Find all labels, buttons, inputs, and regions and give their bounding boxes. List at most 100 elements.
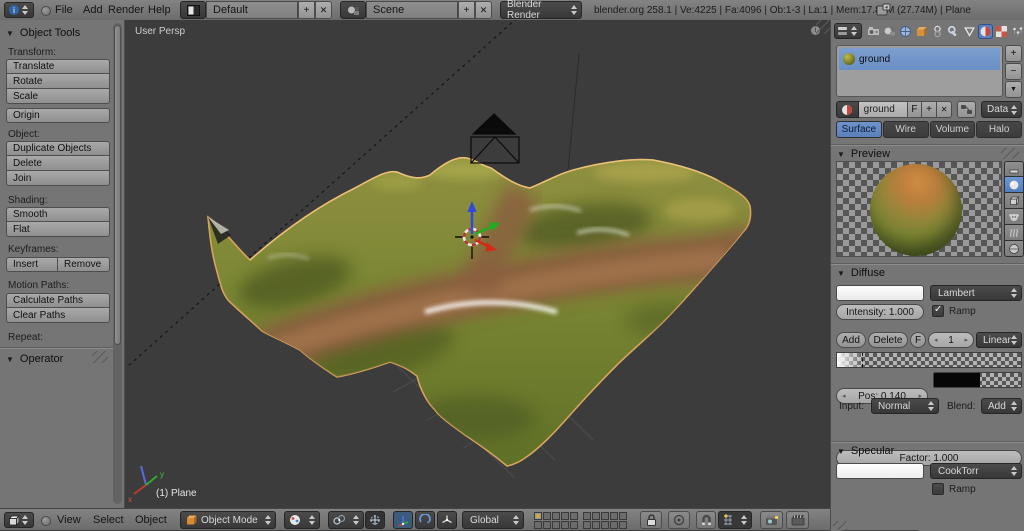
snap-element-dropdown[interactable] [718, 511, 752, 529]
viewport-shading-dropdown[interactable] [284, 511, 320, 529]
delete-layout-button[interactable]: ✕ [315, 1, 332, 19]
preview-flat-button[interactable] [1004, 161, 1024, 177]
snap-toggle-button[interactable] [696, 511, 716, 529]
translate-button[interactable]: Translate [6, 59, 110, 74]
mode-dropdown[interactable]: Object Mode [180, 511, 276, 529]
viewport-corner-grip[interactable] [816, 20, 830, 34]
delete-scene-button[interactable]: ✕ [475, 1, 492, 19]
menu-file[interactable]: File [55, 4, 73, 16]
tab-object[interactable] [914, 24, 929, 39]
insert-keyframe-button[interactable]: Insert [6, 257, 58, 272]
terrain-mesh[interactable] [207, 156, 755, 467]
preview-panel-header[interactable]: Preview [837, 148, 890, 160]
ramp-marker[interactable] [862, 353, 864, 367]
remove-material-slot-button[interactable]: − [1005, 63, 1022, 80]
flat-button[interactable]: Flat [6, 222, 110, 237]
scrollbar-thumb[interactable] [114, 25, 121, 345]
specular-color-swatch[interactable] [836, 463, 924, 479]
pivot-point-dropdown[interactable] [328, 511, 364, 529]
render-engine-dropdown[interactable]: Blender Render [500, 0, 582, 21]
ramp-f-button[interactable]: F [910, 332, 926, 348]
tab-volume[interactable]: Volume [929, 121, 976, 138]
layer-grid-2[interactable] [583, 512, 627, 529]
rotate-button[interactable]: Rotate [6, 74, 110, 89]
render-animation-button[interactable] [786, 511, 809, 529]
diffuse-intensity-slider[interactable]: Intensity: 1.000 [836, 304, 924, 320]
ramp-input-dropdown[interactable]: Normal [871, 398, 939, 414]
tab-scene[interactable] [882, 24, 897, 39]
menu-select[interactable]: Select [93, 514, 124, 526]
manipulator-center-toggle[interactable] [365, 511, 385, 529]
viewport-3d[interactable]: y x User Persp (1) Plane i [125, 20, 830, 508]
menu-help[interactable]: Help [148, 4, 171, 16]
rotate-manipulator-toggle[interactable] [415, 511, 435, 529]
join-button[interactable]: Join [6, 171, 110, 186]
lock-modes-button[interactable] [640, 511, 662, 529]
color-ramp-bar[interactable] [836, 352, 1022, 368]
ramp-blend-dropdown[interactable]: Add [981, 398, 1022, 414]
duplicate-objects-button[interactable]: Duplicate Objects [6, 141, 110, 156]
preview-world-button[interactable] [1004, 241, 1024, 257]
orientation-dropdown[interactable]: Global [462, 511, 524, 529]
tab-wire[interactable]: Wire [882, 121, 929, 138]
tab-surface[interactable]: Surface [836, 121, 882, 138]
layer-grid-1[interactable] [534, 512, 578, 529]
viewport-scene[interactable]: y x [125, 20, 830, 508]
editor-type-selector[interactable]: i [4, 2, 34, 18]
smooth-button[interactable]: Smooth [6, 207, 110, 222]
operator-panel-header[interactable]: Operator [6, 353, 63, 365]
proportional-edit-dropdown[interactable] [668, 511, 690, 529]
tab-texture[interactable] [994, 24, 1009, 39]
delete-button[interactable]: Delete [6, 156, 110, 171]
properties-corner-grip[interactable] [833, 521, 847, 530]
new-material-button[interactable]: + [921, 101, 938, 118]
tab-world[interactable] [898, 24, 913, 39]
material-name-field[interactable]: ground [858, 101, 908, 118]
tool-shelf-scrollbar[interactable] [113, 23, 122, 504]
ramp-index-stepper[interactable]: 1 [928, 332, 974, 348]
scale-manipulator-toggle[interactable] [437, 511, 457, 529]
ramp-add-button[interactable]: Add [836, 332, 866, 348]
tab-modifiers[interactable] [946, 24, 961, 39]
scale-button[interactable]: Scale [6, 89, 110, 104]
tab-particles[interactable] [1010, 24, 1024, 39]
link-data-dropdown[interactable]: Data [981, 101, 1022, 118]
menu-render[interactable]: Render [108, 4, 144, 16]
scene-icon-button[interactable] [340, 1, 366, 19]
diffuse-shader-dropdown[interactable]: Lambert [930, 285, 1022, 301]
ramp-checkbox-checked[interactable] [932, 304, 944, 317]
camera-object[interactable] [470, 113, 520, 164]
window-duplicate-icon[interactable] [876, 3, 891, 21]
scene-name-field[interactable]: Scene [366, 1, 458, 19]
ramp-checkbox-unchecked[interactable] [932, 483, 944, 495]
diffuse-panel-header[interactable]: Diffuse [837, 267, 885, 279]
material-specials-button[interactable]: ▼ [1005, 81, 1022, 98]
fake-user-button[interactable]: F [907, 101, 922, 118]
menu-add[interactable]: Add [83, 4, 103, 16]
tab-object-data[interactable] [962, 24, 977, 39]
preview-sphere-button[interactable] [1004, 177, 1024, 193]
menu-object[interactable]: Object [135, 514, 167, 526]
screen-layout-name-field[interactable]: Default [206, 1, 298, 19]
ramp-interpolation-dropdown[interactable]: Linear [976, 332, 1022, 348]
unlink-material-button[interactable]: ✕ [937, 101, 953, 118]
translate-manipulator-toggle[interactable] [393, 511, 413, 529]
add-scene-button[interactable]: + [458, 1, 475, 19]
material-slot-row[interactable]: ground [839, 48, 1000, 70]
tab-constraints[interactable] [930, 24, 945, 39]
add-material-slot-button[interactable]: + [1005, 45, 1022, 62]
specular-ramp-toggle[interactable]: Ramp [932, 483, 976, 495]
preview-hair-button[interactable] [1004, 225, 1024, 241]
browse-material-button[interactable] [836, 101, 859, 118]
ramp-color-swatch[interactable] [933, 372, 1022, 388]
menu-view[interactable]: View [57, 514, 81, 526]
specular-shader-dropdown[interactable]: CookTorr [930, 463, 1022, 479]
editor-type-selector-3dview[interactable] [4, 512, 34, 528]
specular-panel-header[interactable]: Specular [837, 445, 894, 457]
diffuse-ramp-toggle[interactable]: Ramp [932, 304, 976, 317]
add-layout-button[interactable]: + [298, 1, 315, 19]
remove-keyframe-button[interactable]: Remove [58, 257, 110, 272]
ramp-delete-button[interactable]: Delete [868, 332, 908, 348]
tab-material[interactable] [978, 23, 993, 39]
nodes-toggle-button[interactable] [957, 101, 977, 118]
